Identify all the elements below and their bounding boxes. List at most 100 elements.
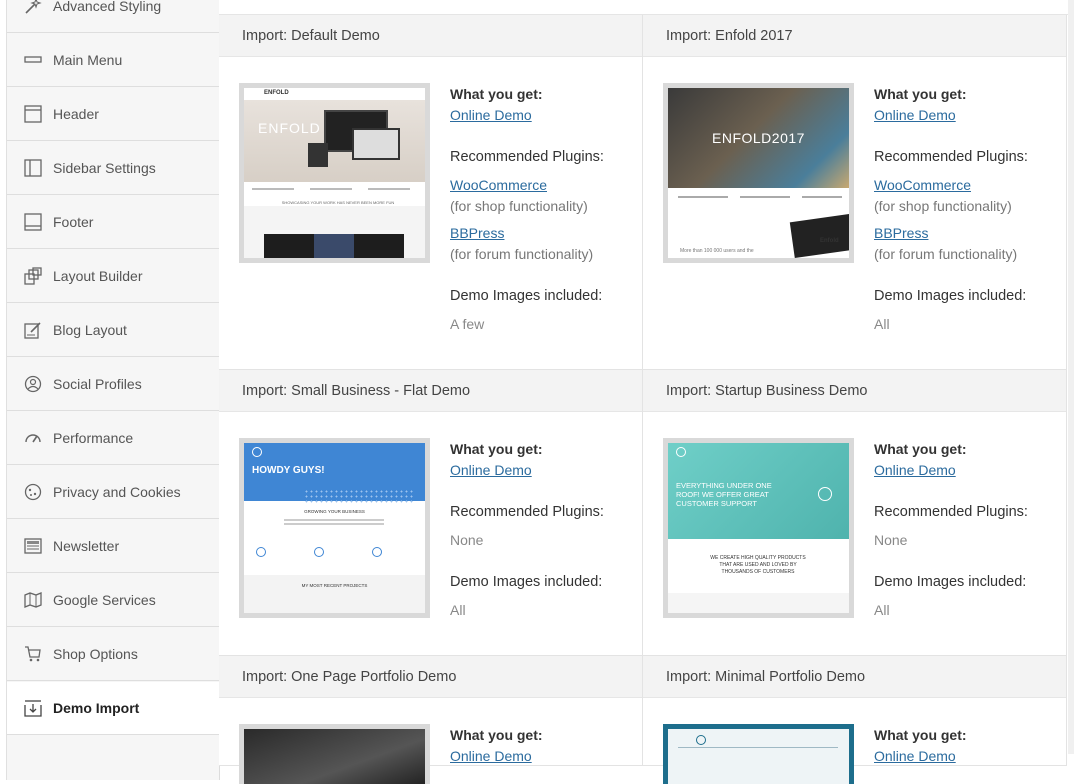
sidebar-item-label: Sidebar Settings bbox=[53, 160, 156, 176]
sidebar-layout-icon bbox=[23, 158, 43, 178]
demo-card-minimal-portfolio: Import: Minimal Portfolio Demo What you … bbox=[643, 656, 1067, 784]
cart-icon bbox=[23, 644, 43, 664]
header-layout-icon bbox=[23, 104, 43, 124]
demo-info: What you get: Online Demo Recommended Pl… bbox=[874, 84, 1059, 335]
cookie-icon bbox=[23, 482, 43, 502]
demo-card-title: Import: Default Demo bbox=[219, 15, 642, 57]
plugin-link-woocommerce[interactable]: WooCommerce bbox=[450, 175, 635, 196]
demo-thumbnail[interactable]: ENFOLD2017 More than 100 000 users and t… bbox=[663, 83, 854, 263]
sidebar-item-google-services[interactable]: Google Services bbox=[7, 574, 219, 627]
demo-images-label: Demo Images included: bbox=[874, 288, 1027, 304]
recommended-plugins-label: Recommended Plugins: bbox=[450, 504, 604, 520]
demo-card-startup-business: Import: Startup Business Demo EVERYTHING… bbox=[643, 370, 1067, 656]
sidebar-item-layout-builder[interactable]: Layout Builder bbox=[7, 250, 219, 303]
panel-top-border bbox=[219, 0, 1068, 15]
sidebar-item-advanced-styling[interactable]: Advanced Styling bbox=[7, 0, 219, 33]
footer-layout-icon bbox=[23, 212, 43, 232]
thumb-hero-text: EVERYTHING UNDER ONE ROOF! WE OFFER GREA… bbox=[676, 481, 772, 508]
what-you-get-label: What you get: bbox=[450, 727, 543, 743]
demo-card-default: Import: Default Demo ENFOLD ENFOLD SHOWC… bbox=[219, 15, 643, 370]
sidebar-item-sidebar-settings[interactable]: Sidebar Settings bbox=[7, 142, 219, 195]
online-demo-link[interactable]: Online Demo bbox=[874, 105, 1059, 126]
demo-card-title: Import: Minimal Portfolio Demo bbox=[643, 656, 1066, 698]
demo-images-label: Demo Images included: bbox=[874, 574, 1027, 590]
demo-thumbnail[interactable]: ENFOLD ENFOLD SHOWCASING YOUR WORK HAS N… bbox=[239, 83, 430, 263]
demo-images-value: All bbox=[874, 316, 890, 332]
sidebar-item-blog-layout[interactable]: Blog Layout bbox=[7, 304, 219, 357]
demo-info: What you get: Online Demo Recommended Pl… bbox=[450, 84, 635, 335]
sidebar-item-label: Google Services bbox=[53, 592, 156, 608]
plugin-desc: (for shop functionality) bbox=[450, 198, 588, 214]
online-demo-link[interactable]: Online Demo bbox=[450, 105, 635, 126]
what-you-get-label: What you get: bbox=[450, 86, 543, 102]
page-scrollbar[interactable] bbox=[1068, 0, 1074, 754]
recommended-plugins-label: Recommended Plugins: bbox=[874, 149, 1028, 165]
demo-thumbnail[interactable]: HOWDY GUYS! GROWING YOUR BUSINESS MY MOS… bbox=[239, 438, 430, 618]
sidebar-item-footer[interactable]: Footer bbox=[7, 196, 219, 249]
map-icon bbox=[23, 590, 43, 610]
user-circle-icon bbox=[23, 374, 43, 394]
demo-card-enfold-2017: Import: Enfold 2017 ENFOLD2017 More than… bbox=[643, 15, 1067, 370]
what-you-get-label: What you get: bbox=[874, 727, 967, 743]
sidebar-item-privacy-cookies[interactable]: Privacy and Cookies bbox=[7, 466, 219, 519]
demo-info: What you get: Online Demo bbox=[450, 725, 635, 767]
sidebar-item-label: Newsletter bbox=[53, 538, 120, 554]
sidebar-item-header[interactable]: Header bbox=[7, 88, 219, 141]
demo-thumbnail[interactable]: EVERYTHING UNDER ONE ROOF! WE OFFER GREA… bbox=[663, 438, 854, 618]
sidebar-item-label: Layout Builder bbox=[53, 268, 143, 284]
sidebar-item-label: Header bbox=[53, 106, 99, 122]
sidebar-item-label: Main Menu bbox=[53, 52, 123, 68]
thumb-hero-text: HOWDY GUYS! bbox=[252, 465, 325, 476]
demo-card-title: Import: One Page Portfolio Demo bbox=[219, 656, 642, 698]
online-demo-link[interactable]: Online Demo bbox=[874, 746, 1059, 767]
demo-card-title: Import: Startup Business Demo bbox=[643, 370, 1066, 412]
sidebar-item-label: Social Profiles bbox=[53, 376, 142, 392]
thumb-tagline: SHOWCASING YOUR WORK HAS NEVER BEEN MORE… bbox=[281, 200, 395, 205]
demo-card-small-business: Import: Small Business - Flat Demo HOWDY… bbox=[219, 370, 643, 656]
thumb-hero-text: ENFOLD bbox=[258, 120, 321, 136]
sidebar-item-main-menu[interactable]: Main Menu bbox=[7, 34, 219, 87]
plugin-desc: (for forum functionality) bbox=[450, 246, 594, 262]
recommended-plugins-label: Recommended Plugins: bbox=[874, 504, 1028, 520]
sidebar-item-label: Demo Import bbox=[53, 700, 140, 716]
plugin-desc: (for shop functionality) bbox=[874, 198, 1012, 214]
plugins-none: None bbox=[450, 532, 484, 548]
plugin-link-bbpress[interactable]: BBPress bbox=[874, 223, 1059, 244]
sidebar-item-newsletter[interactable]: Newsletter bbox=[7, 520, 219, 573]
sidebar-item-shop-options[interactable]: Shop Options bbox=[7, 628, 219, 681]
demo-thumbnail[interactable] bbox=[239, 724, 430, 784]
newspaper-icon bbox=[23, 536, 43, 556]
demo-card-title: Import: Small Business - Flat Demo bbox=[219, 370, 642, 412]
plugin-link-woocommerce[interactable]: WooCommerce bbox=[874, 175, 1059, 196]
demo-info: What you get: Online Demo Recommended Pl… bbox=[874, 439, 1059, 621]
import-icon bbox=[23, 698, 43, 718]
sidebar-item-social-profiles[interactable]: Social Profiles bbox=[7, 358, 219, 411]
recommended-plugins-label: Recommended Plugins: bbox=[450, 149, 604, 165]
what-you-get-label: What you get: bbox=[874, 86, 967, 102]
thumb-section-title: GROWING YOUR BUSINESS bbox=[304, 509, 365, 514]
demo-import-panel: Import: Default Demo ENFOLD ENFOLD SHOWC… bbox=[219, 0, 1068, 784]
menu-bar-icon bbox=[23, 50, 43, 70]
plugin-desc: (for forum functionality) bbox=[874, 246, 1018, 262]
demo-info: What you get: Online Demo bbox=[874, 725, 1059, 767]
sidebar-item-label: Performance bbox=[53, 430, 134, 446]
plugin-link-bbpress[interactable]: BBPress bbox=[450, 223, 635, 244]
thumb-claim-text: WE CREATE HIGH QUALITY PRODUCTS THAT ARE… bbox=[710, 555, 806, 575]
sidebar-item-demo-import[interactable]: Demo Import bbox=[7, 682, 219, 735]
demo-card-one-page-portfolio: Import: One Page Portfolio Demo What you… bbox=[219, 656, 643, 784]
sidebar-item-label: Footer bbox=[53, 214, 94, 230]
online-demo-link[interactable]: Online Demo bbox=[874, 460, 1059, 481]
plugins-none: None bbox=[874, 532, 908, 548]
demo-images-value: All bbox=[874, 602, 890, 618]
sidebar-item-label: Shop Options bbox=[53, 646, 138, 662]
demo-info: What you get: Online Demo Recommended Pl… bbox=[450, 439, 635, 621]
demo-thumbnail[interactable] bbox=[663, 724, 854, 784]
demo-card-title: Import: Enfold 2017 bbox=[643, 15, 1066, 57]
online-demo-link[interactable]: Online Demo bbox=[450, 746, 635, 767]
demo-images-label: Demo Images included: bbox=[450, 288, 603, 304]
thumb-logo: ENFOLD bbox=[264, 90, 289, 96]
sidebar-item-performance[interactable]: Performance bbox=[7, 412, 219, 465]
what-you-get-label: What you get: bbox=[450, 441, 543, 457]
online-demo-link[interactable]: Online Demo bbox=[450, 460, 635, 481]
options-sidebar: Advanced Styling Main Menu Header Sideba… bbox=[6, 0, 220, 780]
